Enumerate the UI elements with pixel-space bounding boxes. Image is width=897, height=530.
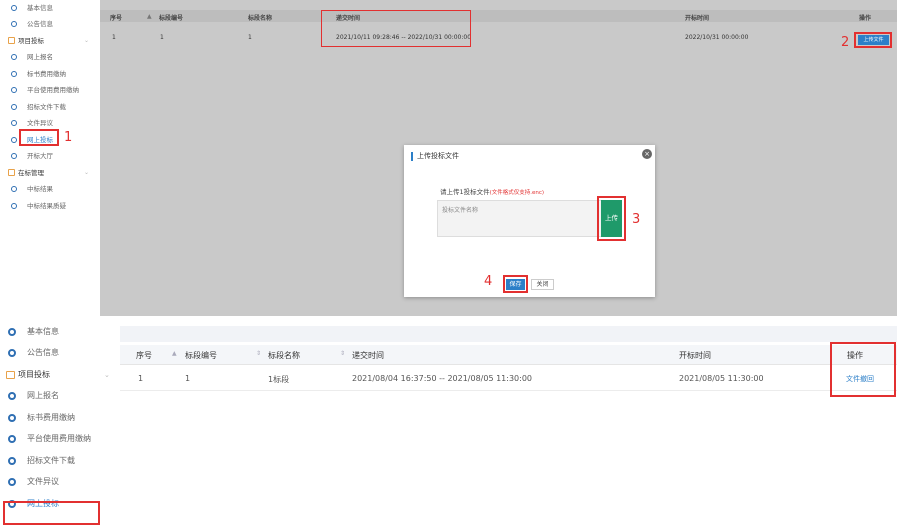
highlight-box-upload-file (854, 32, 892, 48)
table-header (120, 345, 897, 365)
toolbar-band (120, 326, 897, 342)
sidebar-group-bidding[interactable]: 项目投标 ⌄ (0, 365, 120, 385)
sidebar-item-bid-opening-hall[interactable]: 开标大厅 (0, 149, 100, 163)
highlight-box-online-bidding (19, 129, 59, 146)
col-header-section-name: 标段名称 (268, 351, 300, 360)
sidebar: 基本信息 公告信息 项目投标 ⌄ 网上报名 标书费用缴纳 平台使用费用缴纳 招标文… (0, 0, 100, 316)
highlight-box-upload (597, 196, 626, 241)
sort-icon[interactable]: ⇕ (256, 350, 261, 357)
col-header-open-time: 开标时间 (679, 351, 711, 360)
cell-index: 1 (138, 374, 144, 383)
sidebar-item-bid-fee[interactable]: 标书费用缴纳 (0, 408, 120, 428)
sidebar-item-bid-fee[interactable]: 标书费用缴纳 (0, 67, 100, 81)
circle-bullet-icon (11, 137, 17, 143)
sidebar-item-award-result[interactable]: 中标结果 (0, 182, 100, 196)
cell-index: 1 (112, 34, 116, 41)
circle-bullet-icon (11, 21, 17, 27)
highlight-box-submit-time (321, 10, 471, 47)
sidebar-item-online-registration[interactable]: 网上报名 (0, 386, 120, 406)
sidebar-group-bidding[interactable]: 项目投标 ⌄ (0, 34, 100, 48)
close-button[interactable]: 关闭 (531, 279, 554, 290)
sidebar-item-tender-download[interactable]: 招标文件下载 (0, 451, 120, 471)
upload-prompt: 请上传1投标文件(文件格式仅支持.enc) (440, 188, 545, 196)
sort-icon[interactable]: ▲ (172, 350, 177, 357)
highlight-box-save (503, 275, 528, 293)
top-screenshot: 基本信息 公告信息 项目投标 ⌄ 网上报名 标书费用缴纳 平台使用费用缴纳 招标文… (0, 0, 897, 316)
circle-bullet-icon (8, 414, 16, 422)
col-header-open-time: 开标时间 (685, 15, 710, 22)
format-hint: (文件格式仅支持.enc) (489, 190, 545, 196)
circle-bullet-icon (8, 457, 16, 465)
sidebar-item-tender-download[interactable]: 招标文件下载 (0, 100, 100, 114)
circle-bullet-icon (8, 328, 16, 336)
cell-open-time: 2022/10/31 00:00:00 (685, 34, 749, 41)
bottom-screenshot: 基本信息 公告信息 项目投标 ⌄ 网上报名 标书费用缴纳 平台使用费用缴纳 招标文… (0, 318, 897, 530)
circle-bullet-icon (11, 153, 17, 159)
sidebar-item-file-objection[interactable]: 文件异议 (0, 116, 100, 130)
cell-section-name: 1 (248, 34, 252, 41)
cell-section-name: 1标段 (268, 375, 290, 384)
circle-bullet-icon (8, 435, 16, 443)
bid-file-name-field[interactable]: 投标文件名称 (437, 200, 603, 237)
folder-icon (8, 169, 15, 176)
table-header (100, 10, 897, 22)
step-number-1: 1 (64, 130, 73, 145)
col-header-action: 操作 (859, 15, 872, 22)
col-header-section-no: 标段编号 (185, 351, 217, 360)
upload-bid-dialog: 上传投标文件 × 请上传1投标文件(文件格式仅支持.enc) 投标文件名称 上传… (404, 145, 655, 297)
step-number-4: 4 (484, 274, 493, 289)
step-number-2: 2 (841, 35, 850, 50)
circle-bullet-icon (11, 203, 17, 209)
circle-bullet-icon (8, 478, 16, 486)
close-icon[interactable]: × (642, 149, 652, 159)
sidebar-item-online-registration[interactable]: 网上报名 (0, 50, 100, 64)
circle-bullet-icon (11, 87, 17, 93)
sidebar-item-announcements[interactable]: 公告信息 (0, 343, 120, 363)
circle-bullet-icon (11, 54, 17, 60)
sidebar-item-platform-fee[interactable]: 平台使用费用缴纳 (0, 429, 120, 449)
highlight-box-online-bidding (3, 501, 100, 525)
sort-icon[interactable]: ⇕ (340, 350, 345, 357)
circle-bullet-icon (11, 104, 17, 110)
circle-bullet-icon (8, 349, 16, 357)
cell-open-time: 2021/08/05 11:30:00 (679, 374, 764, 383)
sidebar-item-award-challenge[interactable]: 中标结果质疑 (0, 199, 100, 213)
chevron-down-icon: ⌄ (84, 37, 90, 44)
cell-submit-time: 2021/08/04 16:37:50 -- 2021/08/05 11:30:… (352, 374, 533, 383)
sidebar-item-platform-fee[interactable]: 平台使用费用缴纳 (0, 83, 100, 97)
circle-bullet-icon (8, 392, 16, 400)
cell-section-no: 1 (185, 374, 191, 383)
cell-section-no: 1 (160, 34, 164, 41)
chevron-down-icon: ⌄ (104, 371, 110, 379)
circle-bullet-icon (11, 71, 17, 77)
col-header-submit-time: 递交时间 (352, 351, 384, 360)
sidebar-item-basic-info[interactable]: 基本信息 (0, 1, 100, 15)
circle-bullet-icon (11, 5, 17, 11)
sidebar-item-file-objection[interactable]: 文件异议 (0, 472, 120, 492)
col-header-index: 序号 (136, 351, 152, 360)
sidebar-item-announcements[interactable]: 公告信息 (0, 17, 100, 31)
highlight-box-action (830, 342, 896, 397)
sort-icon[interactable]: ▲ (147, 13, 152, 20)
sidebar-group-bid-management[interactable]: 在标管理 ⌄ (0, 166, 100, 180)
circle-bullet-icon (11, 186, 17, 192)
step-number-3: 3 (632, 212, 641, 227)
col-header-section-no: 标段编号 (159, 15, 184, 22)
folder-icon (6, 371, 15, 379)
chevron-down-icon: ⌄ (84, 169, 90, 176)
circle-bullet-icon (11, 120, 17, 126)
col-header-section-name: 标段名称 (248, 15, 273, 22)
sidebar-item-basic-info[interactable]: 基本信息 (0, 322, 120, 342)
folder-icon (8, 37, 15, 44)
col-header-index: 序号 (110, 15, 123, 22)
dialog-title: 上传投标文件 (411, 152, 459, 161)
